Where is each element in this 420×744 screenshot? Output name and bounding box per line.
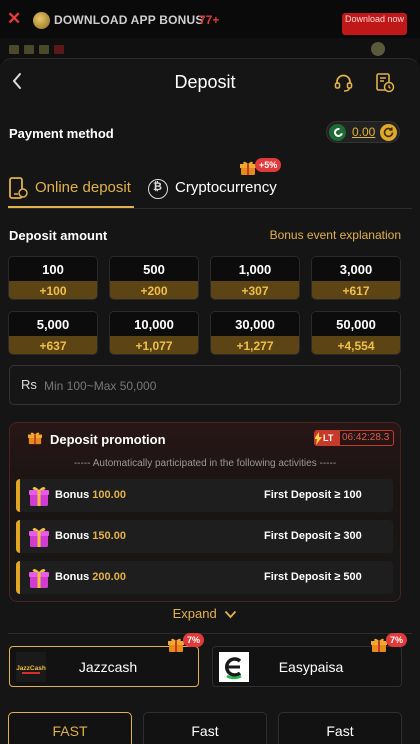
amount-bonus: +200 xyxy=(110,281,198,299)
amount-value: 100 xyxy=(9,257,97,281)
amount-option[interactable]: 30,000 +1,277 xyxy=(210,311,300,355)
gift-icon xyxy=(240,161,256,175)
gift-box-icon xyxy=(29,487,49,506)
close-icon[interactable]: ✕ xyxy=(7,9,21,29)
amount-value: 5,000 xyxy=(9,312,97,336)
tab-label: Online deposit xyxy=(35,179,131,196)
currency-label: Rs xyxy=(21,377,37,392)
divider xyxy=(8,633,412,634)
promotion-bonus: Bonus 100.00 xyxy=(55,489,126,501)
amount-option[interactable]: 500 +200 xyxy=(109,256,199,300)
crypto-coin-icon: ₿ xyxy=(148,179,168,199)
flag-icon xyxy=(54,45,64,54)
amount-bonus: +1,277 xyxy=(211,336,299,354)
amount-value: 500 xyxy=(110,257,198,281)
promotion-bonus: Bonus 150.00 xyxy=(55,530,126,542)
gift-icon xyxy=(371,638,387,652)
bonus-value: 100.00 xyxy=(92,489,126,501)
download-bonus-value: 77+ xyxy=(199,13,220,27)
download-app-text: DOWNLOAD APP BONUS xyxy=(54,13,204,27)
gift-icon xyxy=(28,432,42,445)
background-peek xyxy=(0,38,420,60)
coin-icon xyxy=(371,42,385,56)
amount-bonus: +637 xyxy=(9,336,97,354)
flag-icon xyxy=(24,45,34,54)
amount-option[interactable]: 50,000 +4,554 xyxy=(311,311,401,355)
amount-option[interactable]: 5,000 +637 xyxy=(8,311,98,355)
promotion-row: Bonus 200.00 First Deposit ≥ 500 xyxy=(16,561,393,594)
phone-icon xyxy=(9,177,28,199)
tab-label: Cryptocurrency xyxy=(175,179,277,196)
countdown: 06:42:28.3 xyxy=(342,432,390,443)
balance-amount: 0.00 xyxy=(352,125,376,139)
crypto-bonus-badge: +5% xyxy=(255,158,282,172)
payment-method-label: Payment method xyxy=(9,126,114,141)
download-now-button[interactable]: Download now xyxy=(342,13,407,35)
promotion-row: Bonus 100.00 First Deposit ≥ 100 xyxy=(16,479,393,512)
amount-value: 10,000 xyxy=(110,312,198,336)
headset-icon[interactable] xyxy=(333,72,354,93)
promotion-condition: First Deposit ≥ 500 xyxy=(264,571,362,583)
method-bonus-badge: 7% xyxy=(386,633,408,647)
amount-bonus: +100 xyxy=(9,281,97,299)
channel-option[interactable]: FAST xyxy=(8,712,132,744)
bonus-prefix: Bonus xyxy=(55,530,90,542)
channel-option[interactable]: Fast xyxy=(278,712,402,744)
tab-online-deposit[interactable]: Online deposit xyxy=(8,170,134,208)
expand-label: Expand xyxy=(172,606,217,621)
promotion-subtitle: ----- Automatically participated in the … xyxy=(73,458,337,469)
amount-input-wrapper: Rs xyxy=(9,365,401,405)
gift-box-icon xyxy=(29,569,49,588)
flag-icon xyxy=(9,45,19,54)
amount-bonus: +4,554 xyxy=(312,336,400,354)
chevron-down-icon xyxy=(225,610,237,619)
refresh-icon[interactable] xyxy=(380,124,397,141)
promotion-condition: First Deposit ≥ 300 xyxy=(264,530,362,542)
amount-bonus: +1,077 xyxy=(110,336,198,354)
promotion-bonus: Bonus 200.00 xyxy=(55,571,126,583)
deposit-amount-label: Deposit amount xyxy=(9,228,108,243)
pakistan-flag-icon xyxy=(329,124,346,141)
amount-value: 50,000 xyxy=(312,312,400,336)
bonus-explanation-link[interactable]: Bonus event explanation xyxy=(270,228,401,242)
amount-option[interactable]: 10,000 +1,077 xyxy=(109,311,199,355)
method-easypaisa[interactable]: Easypaisa 7% xyxy=(212,633,408,687)
history-icon[interactable] xyxy=(374,72,395,93)
gift-icon xyxy=(168,638,184,652)
lightning-icon xyxy=(315,432,322,445)
bonus-prefix: Bonus xyxy=(55,489,90,501)
promotion-row: Bonus 150.00 First Deposit ≥ 300 xyxy=(16,520,393,553)
amount-option[interactable]: 1,000 +307 xyxy=(210,256,300,300)
tab-cryptocurrency[interactable]: ₿ Cryptocurrency +5% xyxy=(148,158,288,208)
balance-pill: 0.00 xyxy=(326,121,400,143)
bonus-prefix: Bonus xyxy=(55,571,90,583)
amount-input[interactable] xyxy=(44,376,344,396)
amount-bonus: +307 xyxy=(211,281,299,299)
amount-value: 1,000 xyxy=(211,257,299,281)
amount-bonus: +617 xyxy=(312,281,400,299)
method-label: Jazzcash xyxy=(78,659,138,675)
gift-box-icon xyxy=(29,528,49,547)
promotion-title: Deposit promotion xyxy=(50,432,166,447)
divider xyxy=(8,208,412,209)
bonus-value: 200.00 xyxy=(92,571,126,583)
method-jazzcash[interactable]: JazzCash Jazzcash 7% xyxy=(9,633,205,687)
download-app-bar: ✕ DOWNLOAD APP BONUS 77+ Download now xyxy=(0,0,420,38)
amount-value: 30,000 xyxy=(211,312,299,336)
amount-option[interactable]: 100 +100 xyxy=(8,256,98,300)
limited-time-timer: LT 06:42:28.3 xyxy=(314,430,394,446)
promotion-condition: First Deposit ≥ 100 xyxy=(264,489,362,501)
amount-option[interactable]: 3,000 +617 xyxy=(311,256,401,300)
method-bonus-badge: 7% xyxy=(183,633,205,647)
bonus-value: 150.00 xyxy=(92,530,126,542)
channel-option[interactable]: Fast xyxy=(143,712,267,744)
coin-icon xyxy=(33,12,50,29)
amount-value: 3,000 xyxy=(312,257,400,281)
expand-button[interactable]: Expand xyxy=(0,606,410,621)
flag-icon xyxy=(39,45,49,54)
method-label: Easypaisa xyxy=(278,659,344,675)
